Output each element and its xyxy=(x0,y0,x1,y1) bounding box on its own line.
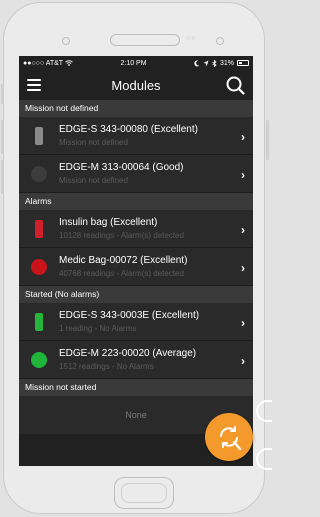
nav-bar: Modules xyxy=(19,70,253,100)
app-screen: ●●○○○ AT&T 2:10 PM 31% Modules Mission n… xyxy=(19,56,253,466)
module-title: EDGE-M 223-00020 (Average) xyxy=(59,347,197,359)
power-button xyxy=(266,120,269,160)
home-button-inner xyxy=(121,483,167,503)
module-title: Medic Bag-00072 (Excellent) xyxy=(59,254,188,266)
module-s-icon xyxy=(35,312,43,331)
battery-icon xyxy=(236,60,249,66)
chevron-right-icon: › xyxy=(241,354,245,368)
module-row[interactable]: EDGE-M 313-00064 (Good) Mission not defi… xyxy=(19,155,253,193)
phone-sensor xyxy=(216,37,224,45)
chevron-right-icon: › xyxy=(241,168,245,182)
module-title: EDGE-M 313-00064 (Good) xyxy=(59,161,184,173)
hamburger-menu-icon[interactable] xyxy=(27,79,41,91)
battery-percent: 31% xyxy=(219,59,234,67)
overlay-handle-top[interactable] xyxy=(256,400,272,422)
scan-button[interactable] xyxy=(205,413,253,461)
module-subtitle: 10128 readings - Alarm(s) detected xyxy=(59,230,184,240)
status-bar: ●●○○○ AT&T 2:10 PM 31% xyxy=(19,56,253,70)
search-icon[interactable] xyxy=(225,75,245,95)
home-button[interactable] xyxy=(114,477,174,509)
chevron-right-icon: › xyxy=(241,130,245,144)
volume-up-button xyxy=(1,120,4,154)
module-s-icon xyxy=(35,126,43,145)
module-subtitle: Mission not defined xyxy=(59,175,128,185)
module-row[interactable]: EDGE-S 343-0003E (Excellent) 1 reading -… xyxy=(19,303,253,341)
section-header-mission-not-defined: Mission not defined xyxy=(19,100,253,117)
section-header-started: Started (No alarms) xyxy=(19,286,253,303)
phone-sensor-dots: ○○ xyxy=(186,35,197,42)
module-subtitle: Mission not defined xyxy=(59,137,128,147)
status-time: 2:10 PM xyxy=(120,59,147,67)
phone-camera xyxy=(62,37,70,45)
mute-switch xyxy=(1,84,4,104)
bluetooth-icon xyxy=(212,59,217,67)
module-m-icon xyxy=(31,258,47,275)
module-s-icon xyxy=(35,219,43,238)
module-subtitle: 1 reading - No Alarms xyxy=(59,323,137,333)
module-row[interactable]: EDGE-S 343-00080 (Excellent) Mission not… xyxy=(19,117,253,155)
page-title: Modules xyxy=(111,77,161,93)
volume-down-button xyxy=(1,160,4,194)
module-row[interactable]: EDGE-M 223-00020 (Average) 1512 readings… xyxy=(19,341,253,379)
location-icon xyxy=(203,60,209,66)
module-row[interactable]: Medic Bag-00072 (Excellent) 40768 readin… xyxy=(19,248,253,286)
refresh-search-icon xyxy=(220,426,242,451)
module-subtitle: 1512 readings - No Alarms xyxy=(59,361,154,371)
chevron-right-icon: › xyxy=(241,316,245,330)
module-subtitle: 40768 readings - Alarm(s) detected xyxy=(59,268,184,278)
module-title: EDGE-S 343-00080 (Excellent) xyxy=(59,123,198,135)
module-m-icon xyxy=(31,165,47,182)
section-header-mission-not-started: Mission not started xyxy=(19,379,253,396)
module-title: Insulin bag (Excellent) xyxy=(59,216,158,228)
carrier-label: ●●○○○ AT&T xyxy=(23,59,64,67)
module-m-icon xyxy=(31,351,47,368)
wifi-icon xyxy=(65,60,73,66)
chevron-right-icon: › xyxy=(241,261,245,275)
module-list: Mission not defined EDGE-S 343-00080 (Ex… xyxy=(19,100,253,434)
section-header-alarms: Alarms xyxy=(19,193,253,210)
moon-icon xyxy=(194,59,200,66)
chevron-right-icon: › xyxy=(241,223,245,237)
module-row[interactable]: Insulin bag (Excellent) 10128 readings -… xyxy=(19,210,253,248)
phone-speaker xyxy=(110,34,180,46)
module-title: EDGE-S 343-0003E (Excellent) xyxy=(59,309,200,321)
overlay-handle-bottom[interactable] xyxy=(256,448,272,470)
